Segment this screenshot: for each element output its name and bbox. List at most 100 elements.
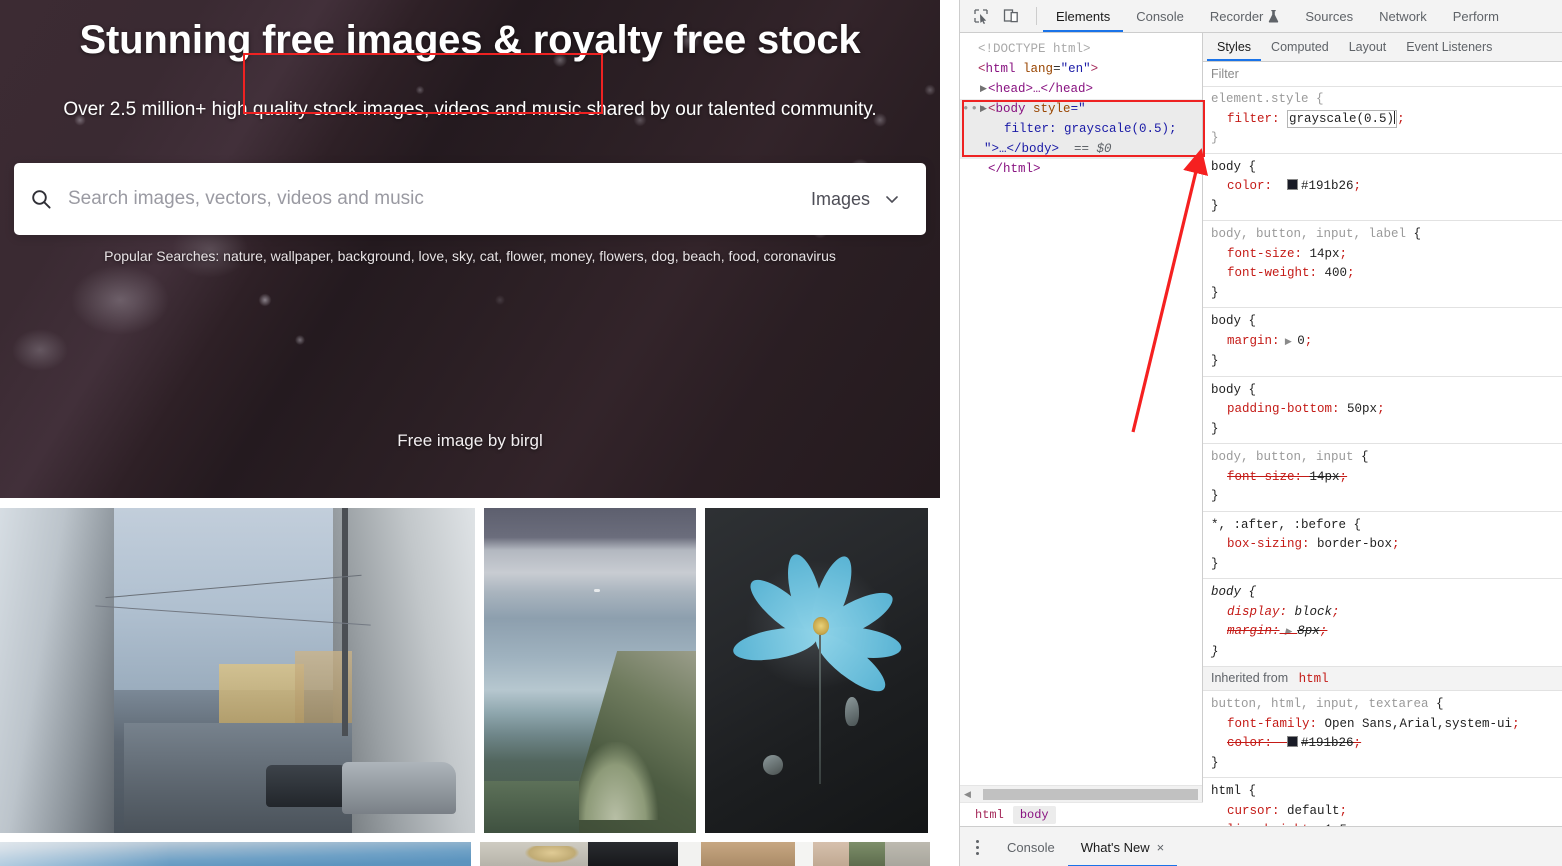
body-style-declaration: filter: grayscale(0.5); (1004, 122, 1177, 136)
declaration-font-size-overridden[interactable]: font-size: 14px; (1211, 468, 1562, 488)
body-selected-ref: == $0 (1074, 142, 1112, 156)
kebab-menu-icon[interactable] (960, 839, 994, 855)
gallery-item-flower[interactable] (705, 508, 928, 833)
css-rule-body-padding-bottom[interactable]: body { padding-bottom: 50px; } (1203, 377, 1562, 444)
dom-line-body-open[interactable]: ••• ▶ <body style=" (960, 99, 1202, 119)
text-caret (1394, 110, 1396, 124)
dom-line-body-close[interactable]: ">…</body> == $0 (960, 139, 1202, 159)
tab-event-listeners[interactable]: Event Listeners (1396, 33, 1502, 61)
drawer-tab-console-label: Console (1007, 839, 1055, 855)
inherited-source[interactable]: html (1299, 672, 1329, 686)
rule-selector[interactable]: html (1211, 784, 1241, 798)
search-input[interactable] (68, 179, 811, 219)
tab-recorder-label: Recorder (1209, 8, 1264, 24)
breadcrumb-item-html[interactable]: html (968, 806, 1011, 824)
css-rule-body-color[interactable]: body { color: #191b26; } (1203, 154, 1562, 221)
declaration-color-overridden[interactable]: color: #191b26; (1211, 734, 1562, 754)
declaration-margin-overridden[interactable]: margin: ▶ 8px; (1211, 622, 1562, 643)
declaration-box-sizing[interactable]: box-sizing: border-box; (1211, 535, 1562, 555)
search-type-dropdown[interactable]: Images (811, 189, 926, 210)
tab-sources[interactable]: Sources (1292, 0, 1366, 32)
declaration-color[interactable]: color: #191b26; (1211, 177, 1562, 197)
declaration-value-editor[interactable]: grayscale(0.5) (1287, 109, 1398, 128)
rule-selector[interactable]: body, button, input (1211, 450, 1354, 464)
color-swatch[interactable] (1287, 736, 1299, 747)
declaration-font-weight[interactable]: font-weight: 400; (1211, 264, 1562, 284)
declaration-padding-bottom[interactable]: padding-bottom: 50px; (1211, 400, 1562, 420)
gallery-item-beach[interactable] (0, 842, 471, 866)
tab-layout[interactable]: Layout (1339, 33, 1397, 61)
rule-selector[interactable]: body (1211, 585, 1241, 599)
tab-elements[interactable]: Elements (1043, 0, 1124, 32)
close-icon[interactable]: × (1157, 840, 1165, 855)
declaration-cursor[interactable]: cursor: default; (1211, 802, 1562, 822)
tab-recorder[interactable]: Recorder (1197, 0, 1292, 32)
gallery-item-people[interactable] (480, 842, 930, 866)
body-tag-name: body (995, 102, 1026, 116)
drawer-tab-whats-new[interactable]: What's New × (1067, 827, 1178, 866)
dom-line-html-close: </html> (960, 159, 1202, 179)
device-toolbar-icon[interactable] (998, 3, 1024, 29)
gallery-item-sea-cliff[interactable] (484, 508, 696, 833)
gallery-item-street[interactable] (0, 508, 475, 833)
html-lang-attr-name: lang (1023, 62, 1054, 76)
tab-event-listeners-label: Event Listeners (1406, 40, 1493, 54)
devtools-panel: Elements Console Recorder Sources Networ (959, 0, 1562, 866)
css-rule-button-html-input-textarea[interactable]: button, html, input, textarea { font-fam… (1203, 691, 1562, 778)
head-collapsed-text: <head>…</head> (988, 82, 1094, 96)
inherited-from-header: Inherited from html (1203, 667, 1562, 691)
declaration-font-size[interactable]: font-size: 14px; (1211, 245, 1562, 265)
scroll-left-arrow-icon[interactable]: ◀ (960, 789, 975, 800)
rule-selector[interactable]: *, :after, :before (1211, 518, 1346, 532)
inspect-element-icon[interactable] (968, 3, 994, 29)
dom-scroll-thumb[interactable] (983, 789, 1198, 800)
html-close-text: </html> (988, 162, 1041, 176)
breadcrumb: html body (960, 802, 1210, 827)
search-bar[interactable]: Images (14, 163, 926, 235)
doctype-text: <!DOCTYPE html> (978, 42, 1091, 56)
tab-elements-label: Elements (1056, 8, 1111, 24)
devtools-body: <!DOCTYPE html> <html lang="en"> ▶ <head… (960, 33, 1562, 866)
tab-sources-label: Sources (1305, 8, 1354, 24)
css-rule-body-button-input[interactable]: body, button, input { font-size: 14px; } (1203, 444, 1562, 512)
css-rule-user-agent-body[interactable]: body { display: block; margin: ▶ 8px; } (1203, 579, 1562, 667)
image-credit[interactable]: Free image by birgl (0, 431, 940, 451)
css-rule-body-margin[interactable]: body { margin: ▶ 0; } (1203, 308, 1562, 377)
color-swatch[interactable] (1287, 179, 1299, 190)
css-rule-body-button-input-label[interactable]: body, button, input, label { font-size: … (1203, 221, 1562, 308)
drawer-tab-console[interactable]: Console (994, 827, 1068, 866)
popular-searches[interactable]: Popular Searches: nature, wallpaper, bac… (0, 248, 940, 264)
search-type-label: Images (810, 188, 870, 209)
tab-network-label: Network (1379, 8, 1427, 24)
rule-selector[interactable]: button, html, input, textarea (1211, 697, 1429, 711)
expand-shorthand-icon[interactable]: ▶ (1280, 337, 1298, 347)
tab-computed[interactable]: Computed (1261, 33, 1339, 61)
rule-selector[interactable]: body (1211, 160, 1241, 174)
css-rule-universal-box-sizing[interactable]: *, :after, :before { box-sizing: border-… (1203, 512, 1562, 579)
rule-selector[interactable]: element.style (1211, 92, 1309, 106)
tab-console-label: Console (1136, 8, 1184, 24)
dom-line-head[interactable]: ▶ <head>…</head> (960, 79, 1202, 99)
styles-filter-placeholder: Filter (1211, 67, 1239, 81)
dom-scroll-track[interactable] (975, 786, 1198, 803)
tab-console[interactable]: Console (1123, 0, 1197, 32)
dom-line-body-style-decl[interactable]: filter: grayscale(0.5); (960, 119, 1202, 139)
body-style-attr-name: style (1033, 102, 1071, 116)
tab-styles[interactable]: Styles (1207, 33, 1262, 61)
declaration-margin[interactable]: margin: ▶ 0; (1211, 332, 1562, 353)
declaration-display[interactable]: display: block; (1211, 603, 1562, 623)
tab-performance[interactable]: Perform (1440, 0, 1512, 32)
rule-selector[interactable]: body (1211, 314, 1241, 328)
styles-filter-input[interactable]: Filter (1203, 62, 1562, 87)
rule-selector[interactable]: body (1211, 383, 1241, 397)
breadcrumb-item-body[interactable]: body (1012, 806, 1056, 824)
declaration-font-family[interactable]: font-family: Open Sans,Arial,system-ui; (1211, 715, 1562, 735)
rule-selector[interactable]: body, button, input, label (1211, 227, 1406, 241)
dom-horizontal-scrollbar[interactable]: ◀ ▶ (960, 785, 1202, 803)
tab-network[interactable]: Network (1366, 0, 1440, 32)
dom-line-html-open[interactable]: <html lang="en"> (960, 59, 1202, 79)
tab-styles-label: Styles (1217, 40, 1252, 54)
hero-banner: Stunning free images & royalty free stoc… (0, 0, 940, 498)
declaration-filter[interactable]: filter: grayscale(0.5); (1211, 109, 1562, 130)
css-rule-element-style[interactable]: element.style { filter: grayscale(0.5); … (1203, 86, 1562, 154)
